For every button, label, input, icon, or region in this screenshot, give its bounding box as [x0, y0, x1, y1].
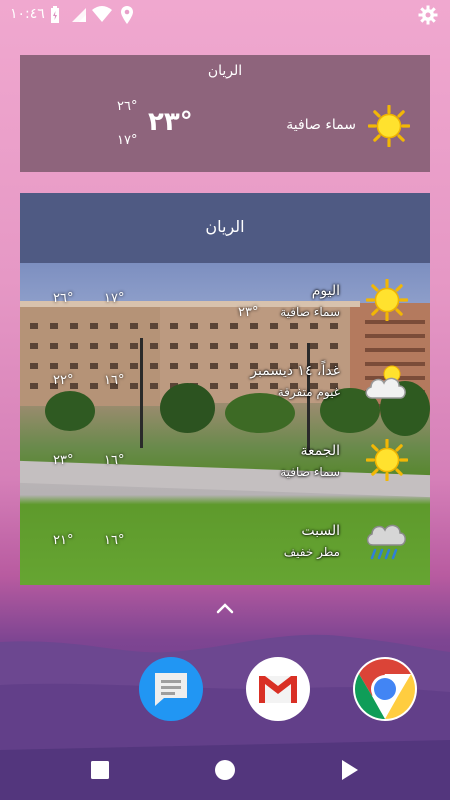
city-name: الريان [207, 63, 243, 79]
app-drawer-chevron-icon[interactable] [213, 600, 237, 616]
low-temp: ١٧° [104, 291, 125, 306]
sun-icon [368, 105, 410, 147]
low-temp: ١٦° [104, 373, 125, 388]
messages-app-icon[interactable] [138, 656, 204, 722]
condition-text: سماء صافية [286, 117, 356, 133]
day-label: السبت [301, 523, 340, 539]
high-temp: ٢٣° [53, 453, 74, 468]
forecast-row-friday: الجمعة سماء صافية ٢٣° ١٦° [20, 439, 430, 523]
gmail-app-icon[interactable] [245, 656, 311, 722]
day-label: اليوم [311, 283, 340, 299]
navigation-bar [0, 740, 450, 800]
high-temp: ٢٦° [117, 99, 138, 114]
rain-cloud-icon [366, 524, 406, 560]
wifi-icon [92, 6, 112, 22]
location-icon [121, 6, 133, 24]
sun-icon [366, 439, 408, 481]
forecast-row-tomorrow: غداً، ١٤ ديسمبر غيوم متفرقة ٢٢° ١٦° [20, 363, 430, 443]
back-button[interactable] [340, 759, 360, 781]
forecast-row-saturday: السبت مطر خفيف ٢١° ١٦° [20, 523, 430, 585]
forecast-widget[interactable]: الريان اليوم سماء صافية ٢٣° ٢٦° ١٧° غداً… [20, 193, 430, 585]
condition-text: مطر خفيف [283, 545, 340, 559]
low-temp: ١٧° [117, 133, 138, 148]
high-temp: ٢٢° [53, 373, 74, 388]
forecast-header: الريان [20, 193, 430, 263]
condition-text: غيوم متفرقة [277, 385, 340, 399]
cloud-sun-icon [365, 365, 406, 399]
condition-text: سماء صافية [280, 305, 340, 319]
battery-charging-icon [51, 6, 59, 23]
chrome-app-icon[interactable] [352, 656, 418, 722]
status-time: ١٠:٤٦ [10, 6, 45, 22]
condition-text: سماء صافية [280, 465, 340, 479]
sun-icon [366, 279, 408, 321]
current-temp: ٢٣° [148, 107, 193, 137]
high-temp: ٢٦° [53, 291, 74, 306]
forecast-row-today: اليوم سماء صافية ٢٣° ٢٦° ١٧° [20, 279, 430, 363]
high-temp: ٢١° [53, 533, 74, 548]
settings-gear-icon[interactable] [418, 5, 438, 25]
low-temp: ١٦° [104, 533, 125, 548]
current-weather-widget[interactable]: الريان ٢٦° ١٧° ٢٣° سماء صافية [20, 55, 430, 172]
recent-apps-button[interactable] [90, 760, 110, 780]
day-label: الجمعة [300, 443, 340, 459]
current-temp: ٢٣° [238, 305, 259, 320]
city-name: الريان [205, 217, 245, 236]
signal-icon [72, 8, 86, 22]
low-temp: ١٦° [104, 453, 125, 468]
home-button[interactable] [214, 759, 236, 781]
status-bar: ١٠:٤٦ [0, 0, 450, 30]
day-label: غداً، ١٤ ديسمبر [250, 363, 340, 379]
